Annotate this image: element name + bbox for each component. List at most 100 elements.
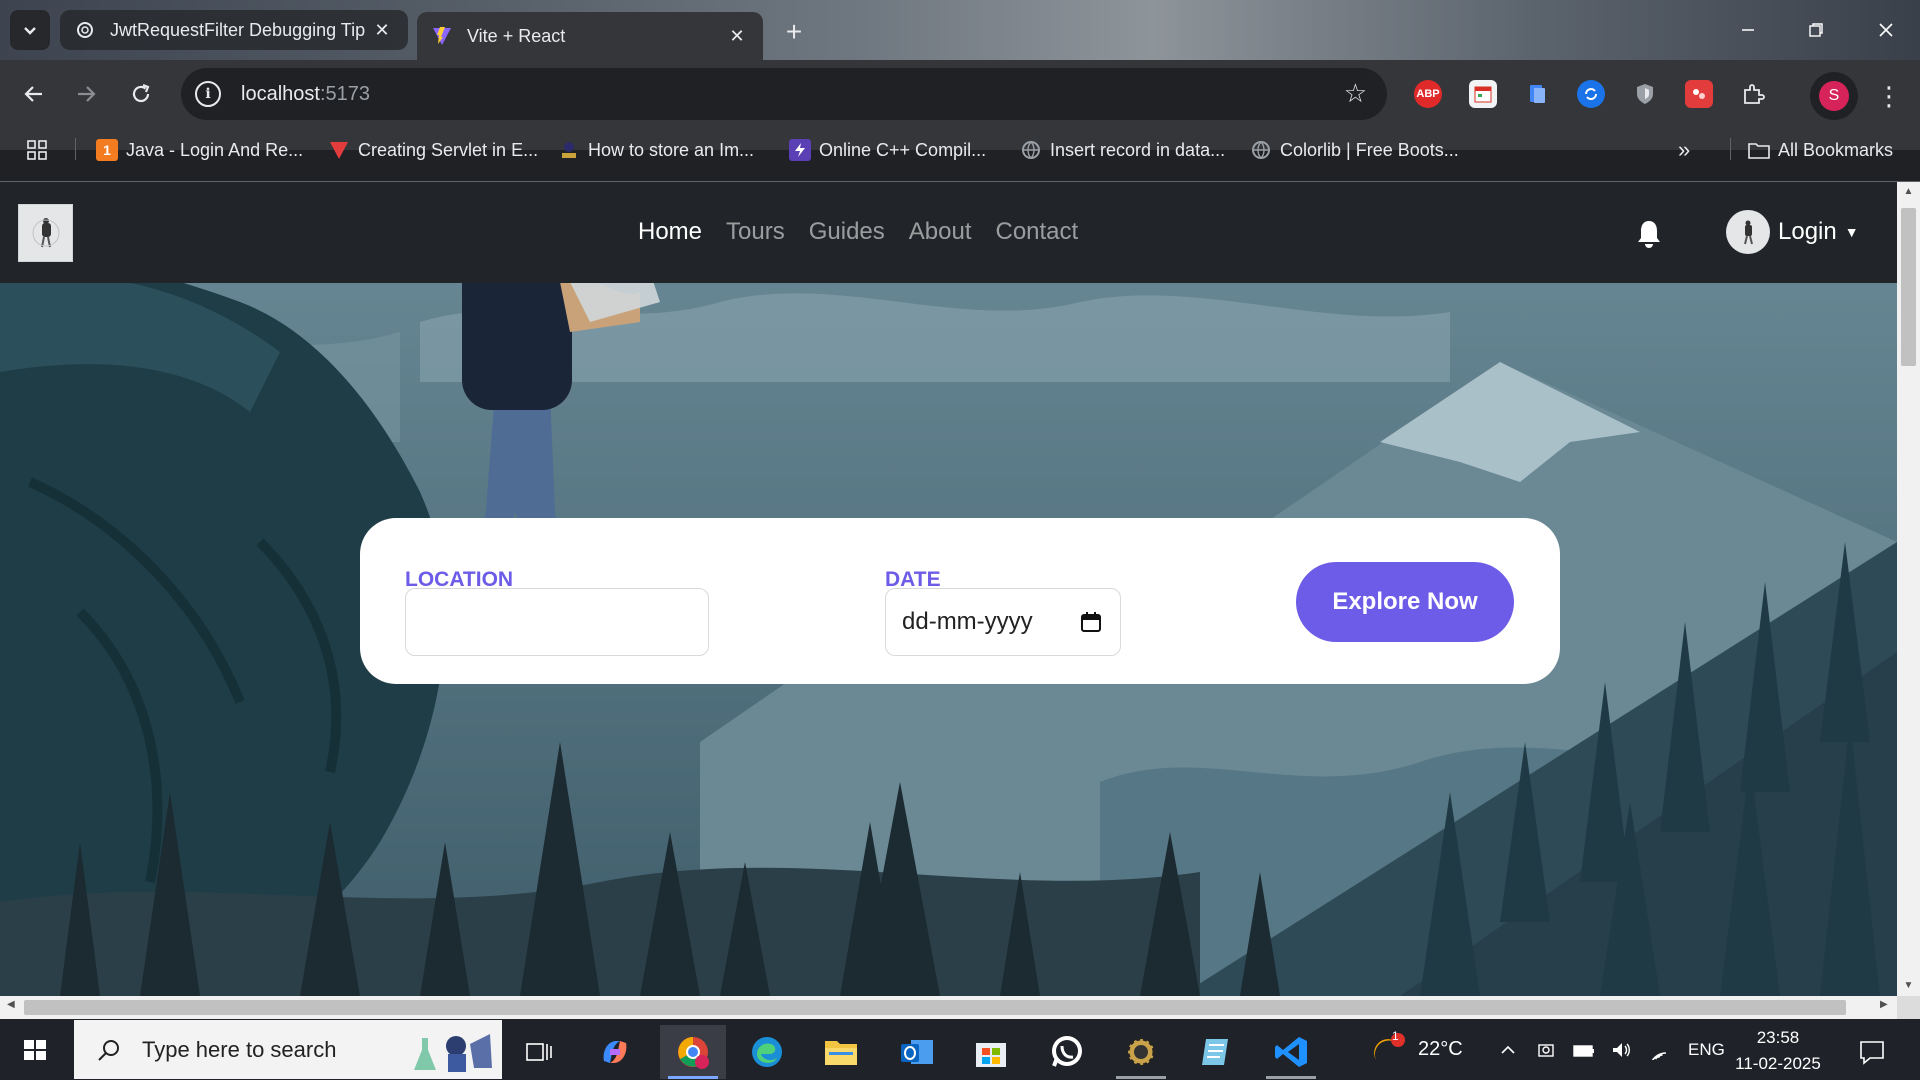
settings-gear-icon[interactable] (1108, 1025, 1174, 1079)
nav-about[interactable]: About (909, 218, 972, 246)
browser-tab-vite[interactable]: Vite + React ✕ (417, 12, 763, 60)
bookmark-favicon-icon (328, 139, 350, 161)
vertical-scrollbar[interactable]: ▲ ▼ (1897, 182, 1920, 996)
close-tab-icon[interactable]: ✕ (725, 26, 749, 47)
site-logo[interactable] (18, 204, 73, 262)
browser-tab-jwt[interactable]: JwtRequestFilter Debugging Tip ✕ (60, 10, 408, 50)
profile-avatar[interactable]: S (1810, 72, 1858, 120)
vscode-icon[interactable] (1258, 1025, 1324, 1079)
system-tray: ENG (1498, 1019, 1725, 1080)
active-app-indicator (668, 1076, 718, 1079)
extensions-puzzle-icon[interactable] (1739, 80, 1767, 108)
back-button[interactable] (16, 76, 52, 112)
adblock-plus-icon[interactable]: ABP (1414, 80, 1442, 108)
sync-extension-icon[interactable] (1577, 80, 1605, 108)
reload-button[interactable] (123, 76, 159, 112)
scroll-left-icon[interactable]: ◀ (7, 999, 15, 1010)
scroll-right-icon[interactable]: ▶ (1880, 999, 1888, 1010)
outlook-icon[interactable] (884, 1025, 950, 1079)
game-extension-icon[interactable] (1685, 80, 1713, 108)
scrollbar-corner (1897, 996, 1920, 1019)
chevron-down-icon (24, 27, 36, 35)
bookmark-item[interactable]: Creating Servlet in E... (328, 136, 538, 164)
explore-now-button[interactable]: Explore Now (1296, 562, 1514, 642)
browser-tab-strip: JwtRequestFilter Debugging Tip ✕ Vite + … (0, 0, 1920, 60)
whatsapp-icon[interactable] (1034, 1025, 1100, 1079)
nav-tours[interactable]: Tours (726, 218, 785, 246)
horizontal-scroll-thumb[interactable] (24, 1000, 1846, 1015)
forward-button[interactable] (68, 76, 104, 112)
caret-down-icon: ▼ (1844, 224, 1859, 240)
meet-now-icon[interactable] (1536, 1040, 1556, 1060)
date-input[interactable]: dd-mm-yyyy (885, 588, 1121, 656)
tab-search-button[interactable] (10, 10, 50, 50)
chevron-up-icon[interactable] (1498, 1040, 1518, 1060)
wifi-icon[interactable] (1648, 1040, 1670, 1060)
bookmark-item[interactable]: Insert record in data... (1020, 136, 1225, 164)
vertical-scroll-thumb[interactable] (1901, 208, 1916, 366)
new-tab-button[interactable]: + (776, 14, 812, 50)
calendar-extension-icon[interactable] (1469, 80, 1497, 108)
login-label: Login (1778, 218, 1837, 245)
horizontal-scrollbar[interactable]: ◀ ▶ (0, 996, 1897, 1019)
chrome-taskbar-icon[interactable] (660, 1025, 726, 1079)
bookmark-divider (1730, 138, 1731, 160)
clock-time: 23:58 (1756, 1028, 1800, 1047)
bookmark-item[interactable]: How to store an Im... (558, 136, 754, 164)
bookmark-item[interactable]: Online C++ Compil... (789, 136, 986, 164)
scroll-up-icon[interactable]: ▲ (1897, 186, 1920, 197)
more-bookmarks-button[interactable]: » (1678, 136, 1690, 164)
login-dropdown[interactable]: Login ▼ (1726, 210, 1859, 254)
taskbar-clock[interactable]: 23:58 11-02-2025 (1728, 1025, 1828, 1077)
address-bar[interactable]: i localhost:5173 ☆ (181, 68, 1387, 120)
search-icon (98, 1039, 119, 1061)
weather-icon (1374, 1032, 1405, 1060)
windows-start-icon[interactable] (12, 1033, 58, 1067)
bookmark-item[interactable]: 1 Java - Login And Re... (96, 136, 303, 164)
copilot-icon[interactable] (582, 1025, 648, 1079)
folder-icon (1748, 139, 1770, 161)
nav-home[interactable]: Home (638, 218, 702, 246)
location-input[interactable] (405, 588, 709, 656)
edge-icon[interactable] (734, 1025, 800, 1079)
user-avatar (1726, 210, 1770, 254)
hiker-logo-icon (32, 218, 59, 248)
close-tab-icon[interactable]: ✕ (370, 20, 394, 41)
bookmark-favicon-icon: 1 (96, 139, 118, 161)
date-placeholder: dd-mm-yyyy (902, 608, 1033, 635)
file-explorer-icon[interactable] (808, 1025, 874, 1079)
close-window-button[interactable] (1856, 8, 1916, 52)
all-bookmarks-button[interactable]: All Bookmarks (1748, 136, 1893, 164)
microsoft-store-icon[interactable] (958, 1025, 1024, 1079)
running-app-indicator (1116, 1076, 1166, 1079)
calendar-icon[interactable] (1080, 611, 1102, 633)
apps-grid-icon[interactable] (26, 136, 48, 164)
bookmark-item[interactable]: Colorlib | Free Boots... (1250, 136, 1459, 164)
taskbar-search-box[interactable]: Type here to search (74, 1020, 502, 1079)
notifications-icon[interactable] (1842, 1025, 1902, 1079)
scroll-down-icon[interactable]: ▼ (1897, 980, 1920, 991)
nav-contact[interactable]: Contact (995, 218, 1078, 246)
language-indicator[interactable]: ENG (1688, 1040, 1725, 1060)
battery-icon[interactable] (1572, 1040, 1596, 1060)
weather-badge: 1 (1392, 1029, 1399, 1043)
site-navbar: Home Tours Guides About Contact Login ▼ (0, 182, 1897, 283)
bookmark-star-icon[interactable]: ☆ (1344, 80, 1367, 106)
url-text: localhost:5173 (241, 82, 370, 105)
chrome-menu-icon[interactable]: ⋮ (1874, 76, 1904, 116)
web-page: Home Tours Guides About Contact Login ▼ … (0, 182, 1897, 996)
globe-icon (1250, 139, 1272, 161)
shield-extension-icon[interactable] (1631, 80, 1659, 108)
docs-extension-icon[interactable] (1523, 80, 1551, 108)
volume-icon[interactable] (1610, 1040, 1632, 1060)
bookmark-favicon-icon (558, 139, 580, 161)
restore-button[interactable] (1786, 8, 1846, 52)
site-info-icon[interactable]: i (195, 81, 221, 107)
bell-icon[interactable] (1634, 218, 1664, 250)
nav-guides[interactable]: Guides (809, 218, 885, 246)
weather-widget[interactable]: 1 22°C (1370, 1019, 1463, 1080)
notepad-icon[interactable] (1184, 1025, 1250, 1079)
task-view-icon[interactable] (506, 1025, 572, 1079)
minimize-button[interactable] (1718, 8, 1778, 52)
arrow-right-icon (78, 86, 96, 102)
